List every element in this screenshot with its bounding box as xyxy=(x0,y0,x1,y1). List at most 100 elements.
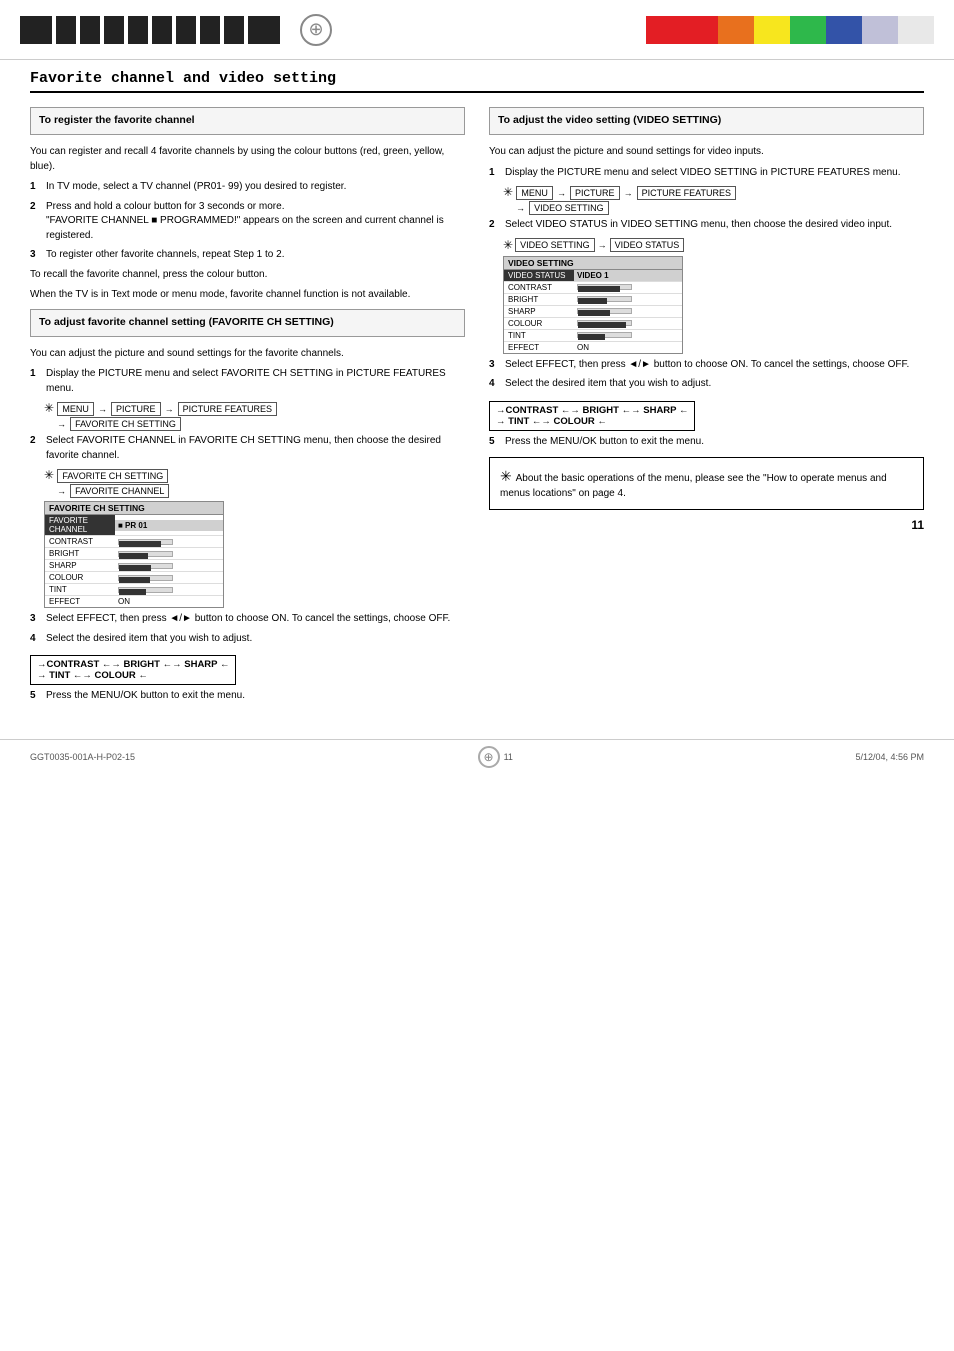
menu-row-colour-r: COLOUR xyxy=(504,318,682,330)
s2-step5-num: 5 xyxy=(30,689,36,704)
color-blue xyxy=(826,16,862,44)
progress-bar-colour-left xyxy=(119,577,150,583)
video-step-2: 2 Select VIDEO STATUS in VIDEO SETTING m… xyxy=(489,218,924,233)
footer-page-num: 11 xyxy=(504,752,513,762)
menu-path-1b-right: → VIDEO SETTING xyxy=(515,202,924,214)
menu-item-picture: PICTURE xyxy=(111,402,161,416)
top-block-8 xyxy=(200,16,220,44)
top-block-2 xyxy=(56,16,76,44)
video-step5: 5 Press the MENU/OK button to exit the m… xyxy=(489,435,924,450)
step2-num: 2 xyxy=(30,200,36,215)
progress-contrast xyxy=(118,539,173,545)
colour-label-right: COLOUR xyxy=(554,416,595,427)
asterisk-r1: ✳ xyxy=(503,185,516,199)
menu-label-tint-r: TINT xyxy=(504,330,574,341)
section2-step5: 5 Press the MENU/OK button to exit the m… xyxy=(30,689,465,704)
progress-sharp-r xyxy=(577,308,632,314)
menu-table-right-header: VIDEO SETTING xyxy=(504,257,682,270)
progress-tint-r xyxy=(577,332,632,338)
s2-step5-text: Press the MENU/OK button to exit the men… xyxy=(46,689,465,704)
menu-val-contrast-r xyxy=(574,283,682,291)
menu-item-favorite-ch-setting: FAVORITE CH SETTING xyxy=(70,417,181,431)
vs-step3-num: 3 xyxy=(489,358,495,373)
s2-step4-text: Select the desired item that you wish to… xyxy=(46,632,465,647)
top-bar-right-colors xyxy=(646,16,934,44)
menu-row-effect-r: EFFECT ON xyxy=(504,342,682,353)
progress-bright-r xyxy=(577,296,632,302)
top-block-5 xyxy=(128,16,148,44)
page-title: Favorite channel and video setting xyxy=(30,70,924,93)
progress-sharp xyxy=(118,563,173,569)
menu-row-tint-left: TINT xyxy=(45,584,223,596)
vs-step2-num: 2 xyxy=(489,218,495,233)
recall-text: To recall the favorite channel, press th… xyxy=(30,268,465,283)
video-step2-list: 2 Select VIDEO STATUS in VIDEO SETTING m… xyxy=(489,218,924,233)
section-adjust-favorite: To adjust favorite channel setting (FAVO… xyxy=(30,309,465,337)
s2-step1-text: Display the PICTURE menu and select FAVO… xyxy=(46,367,465,396)
menu-row-sharp-r: SHARP xyxy=(504,306,682,318)
top-block-6 xyxy=(152,16,172,44)
s2-step3-text: Select EFFECT, then press ◄/► button to … xyxy=(46,612,465,627)
menu-row-fav-channel: FAVORITE CHANNEL ■ PR 01 xyxy=(45,515,223,536)
progress-bar-contrast xyxy=(119,541,161,547)
footer-center: ⊕ 11 xyxy=(478,746,513,768)
video-intro: You can adjust the picture and sound set… xyxy=(489,145,924,160)
top-block-4 xyxy=(104,16,124,44)
menu-item-menu: MENU xyxy=(57,402,94,416)
section2-title: To adjust favorite channel setting (FAVO… xyxy=(39,316,456,328)
colour-label-left: COLOUR xyxy=(95,670,136,681)
vs-step4-num: 4 xyxy=(489,377,495,392)
menu-path-2-left: ✳ FAVORITE CH SETTING xyxy=(44,468,465,482)
menu-label-tint-left: TINT xyxy=(45,584,115,595)
color-red xyxy=(646,16,682,44)
progress-bar-tint-left xyxy=(119,589,146,595)
menu-table-left: FAVORITE CH SETTING FAVORITE CHANNEL ■ P… xyxy=(44,501,224,608)
menu-row-bright-r: BRIGHT xyxy=(504,294,682,306)
section2-intro: You can adjust the picture and sound set… xyxy=(30,347,465,362)
progress-bright xyxy=(118,551,173,557)
step-2-section2: 2 Select FAVORITE CHANNEL in FAVORITE CH… xyxy=(30,434,465,463)
menu-label-effect-r: EFFECT xyxy=(504,342,574,353)
section2-steps: 1 Display the PICTURE menu and select FA… xyxy=(30,367,465,396)
menu-path-2b-left: → FAVORITE CHANNEL xyxy=(56,485,465,497)
menu-item-picture-r: PICTURE xyxy=(570,186,620,200)
note-text: About the basic operations of the menu, … xyxy=(500,473,887,499)
section2-step2: 2 Select FAVORITE CHANNEL in FAVORITE CH… xyxy=(30,434,465,463)
step3a-text: To register other favorite channels, rep… xyxy=(46,248,465,263)
top-bar-center: ⊕ xyxy=(300,14,332,46)
menu-val-tint-left xyxy=(115,586,223,594)
step-1-section2: 1 Display the PICTURE menu and select FA… xyxy=(30,367,465,396)
adjust-path-right: →CONTRAST ←→ BRIGHT ←→ SHARP ← → TINT ←→… xyxy=(489,401,695,431)
footer-right: 5/12/04, 4:56 PM xyxy=(855,752,924,762)
progress-bar-bright xyxy=(119,553,148,559)
s2-step4-num: 4 xyxy=(30,632,36,647)
page-number: 11 xyxy=(489,518,924,532)
top-bar-left-blocks xyxy=(20,16,280,44)
vs-step1-num: 1 xyxy=(489,166,495,181)
right-column: To adjust the video setting (VIDEO SETTI… xyxy=(489,107,924,709)
menu-val-colour-left xyxy=(115,574,223,582)
vs-step1-text: Display the PICTURE menu and select VIDE… xyxy=(505,166,924,181)
progress-bar-sharp-r xyxy=(578,310,610,316)
menu-row-sharp: SHARP xyxy=(45,560,223,572)
section1-intro: You can register and recall 4 favorite c… xyxy=(30,145,465,174)
step-5-section2: 5 Press the MENU/OK button to exit the m… xyxy=(30,689,465,704)
progress-contrast-r xyxy=(577,284,632,290)
menu-path-1-right: ✳ MENU → PICTURE → PICTURE FEATURES xyxy=(503,185,924,199)
menu-val-effect-r: ON xyxy=(574,342,682,353)
section-video-setting: To adjust the video setting (VIDEO SETTI… xyxy=(489,107,924,135)
menu-item-fav-channel: FAVORITE CHANNEL xyxy=(70,484,169,498)
menu-label-sharp: SHARP xyxy=(45,560,115,571)
menu-table-left-header: FAVORITE CH SETTING xyxy=(45,502,223,515)
menu-row-tint-r: TINT xyxy=(504,330,682,342)
progress-bar-contrast-r xyxy=(578,286,620,292)
top-block-7 xyxy=(176,16,196,44)
menu-item-picture-features: PICTURE FEATURES xyxy=(178,402,277,416)
menu-row-bright: BRIGHT xyxy=(45,548,223,560)
video-section-title: To adjust the video setting (VIDEO SETTI… xyxy=(498,114,915,126)
top-crosshair: ⊕ xyxy=(300,14,332,46)
step-2-left: 2 Press and hold a colour button for 3 s… xyxy=(30,200,465,244)
top-block-10 xyxy=(248,16,280,44)
step3a-num: 3 xyxy=(30,248,36,263)
video-steps-3-5: 3 Select EFFECT, then press ◄/► button t… xyxy=(489,358,924,392)
